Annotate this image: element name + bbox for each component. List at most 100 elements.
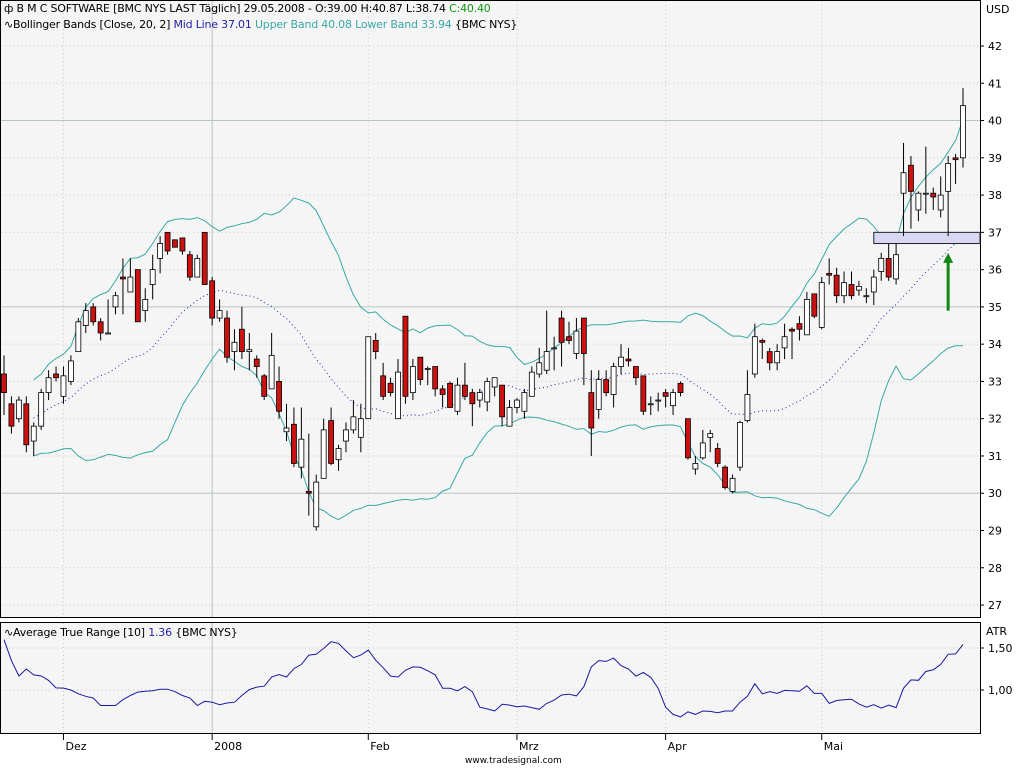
atr-tick-label: 1,50 <box>988 642 1013 655</box>
candle-body <box>796 323 803 330</box>
candle-body <box>395 371 401 420</box>
candle-body <box>261 375 268 397</box>
candle-body <box>647 403 654 406</box>
candle-body <box>699 442 706 459</box>
x-tick-label: 2008 <box>214 740 242 753</box>
candle-body <box>268 354 275 390</box>
wave-icon: ∿ <box>4 626 14 639</box>
candle-body <box>305 490 312 494</box>
candle-body <box>201 231 208 285</box>
y-tick-label: 41 <box>988 77 1002 90</box>
x-tick-label: Mrz <box>519 740 539 753</box>
support-zone-box <box>873 231 981 245</box>
candle-body <box>30 425 37 442</box>
candle-body <box>409 366 416 394</box>
candle-body <box>558 317 565 343</box>
candle-body <box>454 384 461 412</box>
candle-body <box>157 243 164 259</box>
candle-body <box>573 330 580 354</box>
candle <box>811 293 818 319</box>
candle-body <box>357 418 364 438</box>
candle-body <box>432 366 439 390</box>
close-value: C:40.40 <box>449 2 491 15</box>
candle-body <box>298 438 305 468</box>
candle-body <box>900 172 907 194</box>
candle-body <box>439 388 446 395</box>
candle-body <box>662 392 669 397</box>
candle-body <box>960 105 966 159</box>
candle-body <box>328 420 335 464</box>
candle-body <box>618 356 624 367</box>
candle-body <box>826 272 833 276</box>
candle-body <box>1 373 7 394</box>
candle-body <box>781 336 788 349</box>
candle-body <box>387 382 394 394</box>
candle-body <box>127 276 134 293</box>
candle-body <box>194 258 201 278</box>
candle-body <box>246 349 253 353</box>
candle-body <box>789 328 795 332</box>
candle-body <box>82 310 89 326</box>
price-header: ф B M C SOFTWARE [BMC NYS LAST Täglich] … <box>4 2 491 15</box>
candle-body <box>164 231 171 252</box>
y-tick-label: 30 <box>988 487 1002 500</box>
candle-body <box>120 276 126 280</box>
candle-body <box>856 285 862 291</box>
candle-body <box>848 284 855 297</box>
candle <box>447 381 453 408</box>
candle-body <box>915 192 922 211</box>
candle-body <box>528 371 535 397</box>
y-tick-label: 27 <box>988 599 1002 612</box>
candle-body <box>291 423 297 464</box>
y-tick-label: 36 <box>988 264 1002 277</box>
candle-body <box>759 340 766 343</box>
candle-body <box>15 399 22 420</box>
atr-tick-label: 1,00 <box>988 684 1013 697</box>
candle-body <box>380 375 387 397</box>
candle-body <box>209 280 216 319</box>
footer-credit: www.tradesignal.com <box>465 756 562 766</box>
candle <box>164 231 171 255</box>
atr-symbol: {BMC NYS} <box>175 626 238 639</box>
candle-body <box>491 377 498 388</box>
candle-body <box>105 332 111 335</box>
candle-body <box>90 306 97 323</box>
candle <box>261 373 268 401</box>
candle <box>685 418 691 460</box>
candle <box>818 277 825 330</box>
atr-value: 1.36 <box>148 626 172 639</box>
x-tick-label: Dez <box>65 740 86 753</box>
candle-body <box>134 269 141 323</box>
candle <box>23 396 30 453</box>
candle-body <box>499 384 505 418</box>
y-tick-label: 42 <box>988 40 1002 53</box>
candle-body <box>655 399 662 402</box>
candle <box>172 239 178 248</box>
candle-body <box>551 347 558 350</box>
y-tick-label: 35 <box>988 301 1002 314</box>
candle-body <box>506 407 513 427</box>
candle-body <box>603 379 610 394</box>
candle-body <box>402 315 409 397</box>
y-tick-label: 29 <box>988 525 1002 538</box>
candle-body <box>766 351 773 364</box>
candle-body <box>224 317 230 358</box>
candle-body <box>521 392 528 412</box>
candle-body <box>685 418 691 459</box>
candle-body <box>469 392 476 405</box>
candle-body <box>595 379 602 410</box>
candle-body <box>543 351 550 371</box>
bollinger-label: Bollinger Bands [Close, 20, 2] <box>13 18 171 31</box>
candle-body <box>320 429 327 479</box>
candle-body <box>722 466 729 489</box>
candle-body <box>372 340 379 353</box>
candle-body <box>908 164 914 192</box>
candle-body <box>231 341 238 353</box>
y-tick-label: 40 <box>988 115 1002 128</box>
candle-body <box>610 366 617 395</box>
candle-body <box>142 299 149 312</box>
candle-body <box>462 384 468 397</box>
candle-body <box>677 382 684 394</box>
candle <box>194 254 201 278</box>
candle-body <box>172 239 178 248</box>
